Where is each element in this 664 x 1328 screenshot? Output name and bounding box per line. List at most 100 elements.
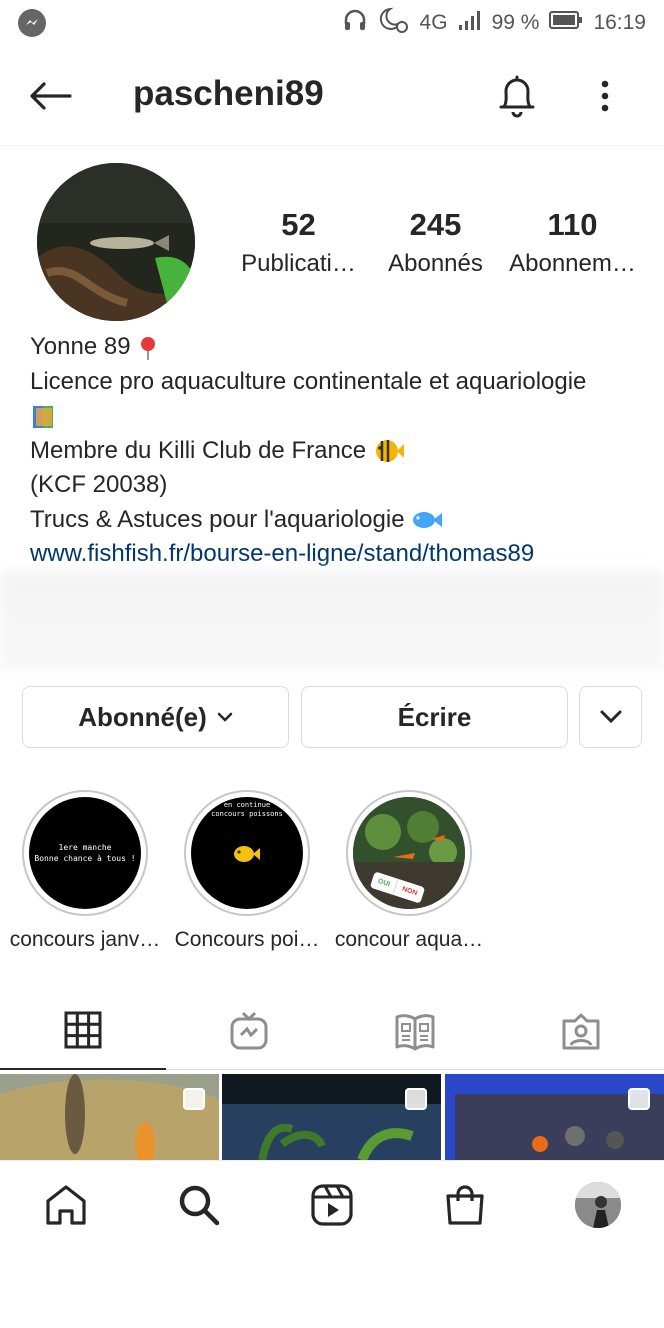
stat-following[interactable]: 110 Abonnem… (504, 205, 641, 283)
nav-shop[interactable] (441, 1181, 489, 1229)
bio-line: Yonne 89 (30, 330, 650, 365)
more-options-button[interactable] (590, 76, 620, 116)
highlight-item[interactable]: en continue concours poissons Concours p… (166, 790, 328, 952)
highlight-caption: Concours poi… (174, 928, 320, 951)
highlight-cover-text: 1ere manche (58, 843, 112, 852)
tab-igtv[interactable] (166, 992, 332, 1070)
notifications-button[interactable] (496, 74, 538, 118)
bio-club: Membre du Killi Club de France (30, 436, 367, 464)
back-arrow-icon (30, 82, 72, 110)
fish-photo (37, 163, 195, 321)
more-vertical-icon (601, 80, 609, 112)
stat-value: 245 (409, 207, 462, 242)
battery-percent: 99 % (491, 11, 540, 34)
tab-tagged[interactable] (498, 992, 664, 1070)
signal-icon (458, 9, 482, 37)
books-icon (33, 405, 53, 428)
message-label: Écrire (397, 701, 472, 732)
yellow-fish-icon (234, 846, 260, 862)
stat-label: Publicati… (241, 250, 356, 277)
post-thumbnail[interactable] (445, 1074, 664, 1160)
post-image (445, 1074, 664, 1160)
highlight-caption: concours janv… (9, 928, 161, 951)
headphones-icon (342, 7, 368, 39)
post-thumbnail[interactable] (0, 1074, 219, 1160)
profile-username: pascheni89 (133, 74, 324, 113)
highlight-ring: 1ere manche Bonne chance à tous ! (22, 790, 148, 916)
profile-tabs (0, 992, 664, 1070)
network-type: 4G (419, 11, 448, 34)
chevron-down-icon (217, 712, 233, 722)
moon-alarm-icon (378, 6, 410, 40)
stat-followers[interactable]: 245 Abonnés (367, 205, 504, 283)
status-bar: 4G 99 % 16:19 (0, 0, 664, 46)
bio-line: Membre du Killi Club de France (30, 434, 650, 469)
multiple-photos-icon (405, 1088, 427, 1110)
profile-actions: Abonné(e) Écrire (22, 686, 642, 748)
shop-icon (446, 1185, 484, 1225)
highlight-ring: OUI NON (346, 790, 472, 916)
guide-icon (395, 1014, 435, 1051)
bio-location: Yonne 89 (30, 333, 131, 360)
bio-line: Trucs & Astuces pour l'aquariologie (30, 503, 650, 538)
message-button[interactable]: Écrire (301, 686, 568, 748)
multiple-photos-icon (183, 1088, 205, 1110)
profile-avatar-small (575, 1182, 621, 1228)
highlight-cover-text: Bonne chance à tous ! (34, 854, 136, 863)
suggested-accounts-button[interactable] (579, 686, 642, 748)
story-highlights: 1ere manche Bonne chance à tous ! concou… (0, 790, 664, 960)
stat-posts[interactable]: 52 Publicati… (230, 205, 367, 283)
tagged-icon (562, 1013, 600, 1050)
nav-home[interactable] (42, 1181, 90, 1229)
highlight-ring: en continue concours poissons (184, 790, 310, 916)
post-thumbnail[interactable] (222, 1074, 441, 1160)
highlight-item[interactable]: OUI NON concour aqua… (328, 790, 490, 952)
tab-guides[interactable] (332, 992, 498, 1070)
bio-line: Licence pro aquaculture continentale et … (30, 367, 587, 395)
bio-website-link[interactable]: www.fishfish.fr/bourse-en-ligne/stand/th… (30, 537, 650, 572)
stat-value: 52 (281, 207, 316, 242)
following-label: Abonné(e) (78, 701, 207, 732)
highlight-cover: 1ere manche Bonne chance à tous ! (29, 797, 141, 909)
highlight-cover-text: concours poissons (211, 810, 283, 818)
battery-icon (549, 10, 583, 36)
pin-icon (141, 336, 156, 360)
highlight-item[interactable]: 1ere manche Bonne chance à tous ! concou… (4, 790, 166, 952)
messenger-icon (18, 9, 46, 37)
bio-tips: Trucs & Astuces pour l'aquariologie (30, 505, 405, 533)
stat-label: Abonnem… (509, 250, 636, 277)
igtv-icon (230, 1011, 268, 1050)
highlight-cover: OUI NON (353, 797, 465, 909)
following-button[interactable]: Abonné(e) (22, 686, 289, 748)
clock: 16:19 (593, 11, 646, 34)
back-button[interactable] (28, 76, 76, 116)
stat-label: Abonnés (388, 250, 483, 277)
tab-posts-grid[interactable] (0, 992, 166, 1070)
profile-header: pascheni89 (0, 46, 664, 146)
post-image (0, 1074, 219, 1160)
chevron-down-icon (600, 710, 621, 724)
stat-value: 110 (547, 207, 598, 242)
multiple-photos-icon (628, 1088, 650, 1110)
highlight-caption: concour aqua… (334, 928, 484, 951)
highlight-cover-text: en continue (223, 801, 271, 809)
posts-grid (0, 1074, 664, 1160)
bottom-navigation (0, 1160, 664, 1246)
highlight-cover: en continue concours poissons (191, 797, 303, 909)
nav-profile[interactable] (574, 1181, 622, 1229)
grid-icon (64, 1011, 102, 1049)
profile-stats: 52 Publicati… 245 Abonnés 110 Abonnem… (230, 205, 650, 283)
home-icon (46, 1185, 86, 1225)
nav-search[interactable] (175, 1181, 223, 1229)
search-icon (179, 1185, 220, 1226)
profile-bio: Yonne 89 Licence pro aquaculture contine… (30, 330, 650, 572)
bio-line (30, 399, 650, 434)
reels-icon (311, 1184, 353, 1226)
post-image (222, 1074, 441, 1160)
nav-reels[interactable] (308, 1181, 356, 1229)
fish-icon (413, 512, 443, 529)
tropical-fish-icon (375, 440, 404, 463)
bell-icon (499, 75, 535, 118)
profile-avatar[interactable] (37, 163, 195, 321)
redacted-area (0, 570, 664, 670)
